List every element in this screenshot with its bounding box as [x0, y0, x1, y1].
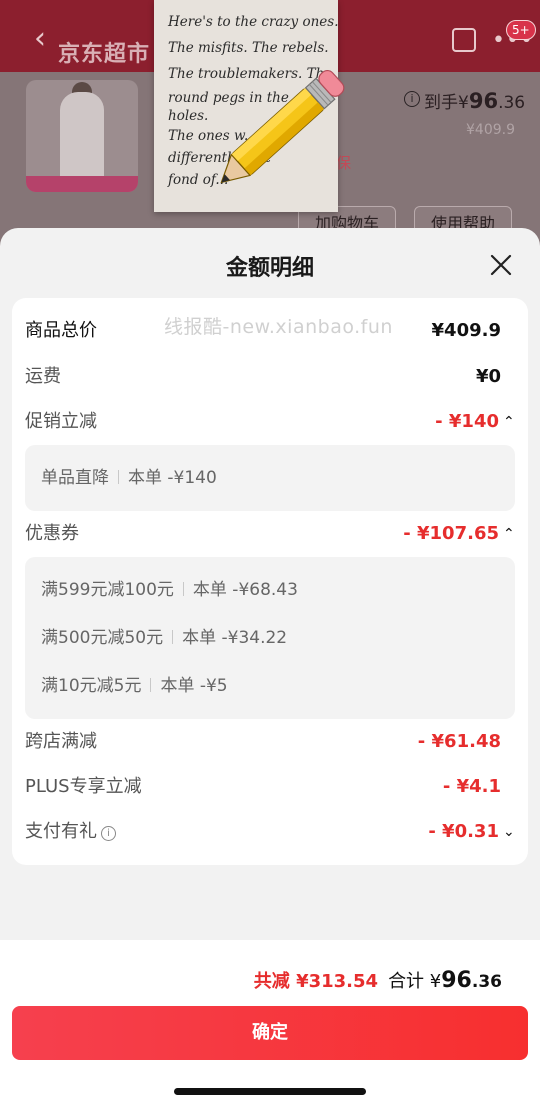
total-line: 共减 ¥313.54 合计 ¥96.36	[254, 966, 502, 997]
product-thumbnail[interactable]	[26, 80, 138, 192]
row-value: - ¥4.1	[442, 776, 501, 797]
arrive-price: 到手¥96.36	[424, 88, 525, 113]
row-value: - ¥61.48	[417, 731, 501, 752]
coupon-name: 满599元减100元	[41, 580, 174, 600]
pencil-icon	[220, 69, 345, 184]
coupon-detail-line: 满599元减100元 本单 -¥68.43	[41, 578, 298, 602]
note-line: The misfits. The rebels.	[168, 40, 329, 56]
chevron-down-icon[interactable]: ⌄	[503, 822, 517, 842]
home-indicator	[174, 1088, 366, 1095]
promo-detail-line: 单品直降 本单 -¥140	[41, 466, 217, 490]
row-label: 运费	[25, 366, 61, 387]
row-label: 跨店满减	[25, 731, 97, 752]
row-cross-store: 跨店满减 - ¥61.48	[25, 727, 515, 757]
message-badge: 5+	[506, 20, 536, 40]
sheet-title: 金额明细	[225, 256, 314, 281]
pay-gift-label: 支付有礼	[25, 821, 97, 842]
divider	[172, 630, 174, 644]
row-label: 支付有礼 i	[25, 817, 116, 847]
back-icon[interactable]: ‹	[34, 24, 46, 54]
row-plus: PLUS专享立减 - ¥4.1	[25, 772, 515, 802]
coupon-detail-line: 满500元减50元 本单 -¥34.22	[41, 626, 287, 650]
coupon-detail-box: 满599元减100元 本单 -¥68.43 满500元减50元 本单 -¥34.22…	[25, 557, 515, 719]
chevron-up-icon[interactable]: ⌃	[503, 412, 517, 432]
model-dress	[60, 92, 104, 184]
detail-card: 线报酷-new.xianbao.fun 商品总价 ¥409.9 运费 ¥0 促销…	[12, 298, 528, 865]
row-value: ¥0	[475, 366, 501, 387]
sum-int: 96	[441, 968, 472, 993]
coupon-amount: 本单 -¥68.43	[192, 580, 298, 600]
coupon-amount: 本单 -¥5	[160, 676, 228, 696]
promo-detail-box: 单品直降 本单 -¥140	[25, 445, 515, 511]
coupon-detail-line: 满10元减5元 本单 -¥5	[41, 674, 228, 698]
row-label: PLUS专享立减	[25, 776, 142, 797]
total-reduce: 共减 ¥313.54	[253, 971, 379, 992]
row-value: - ¥0.31	[428, 821, 499, 842]
info-icon[interactable]: i	[101, 826, 116, 841]
thumbnail-banner	[26, 176, 138, 192]
row-value: - ¥140	[435, 411, 499, 432]
promo-name: 单品直降	[41, 468, 109, 488]
divider	[150, 678, 152, 692]
coupon-name: 满500元减50元	[41, 628, 164, 648]
page-title: 京东超市	[58, 42, 151, 67]
arrive-dec: .36	[498, 93, 526, 113]
arrive-label: 到手¥	[424, 93, 469, 113]
row-value: - ¥107.65	[403, 523, 499, 544]
coupon-name: 满10元减5元	[41, 676, 142, 696]
row-promo[interactable]: 促销立减 - ¥140 ⌃	[25, 407, 515, 437]
divider	[118, 470, 119, 484]
sheet-footer: 共减 ¥313.54 合计 ¥96.36 确定	[0, 940, 540, 1107]
row-pay-gift[interactable]: 支付有礼 i - ¥0.31 ⌄	[25, 817, 515, 847]
original-price: ¥409.9	[466, 122, 515, 138]
share-icon[interactable]	[452, 28, 476, 52]
row-shipping: 运费 ¥0	[25, 362, 515, 392]
row-coupon[interactable]: 优惠券 - ¥107.65 ⌃	[25, 519, 515, 549]
row-label: 促销立减	[25, 411, 97, 432]
info-icon[interactable]: i	[404, 91, 420, 107]
note-line: Here's to the crazy ones.	[168, 14, 338, 30]
sum-label: 合计 ¥	[388, 971, 442, 992]
amount-detail-sheet: 金额明细 线报酷-new.xianbao.fun 商品总价 ¥409.9 运费 …	[0, 228, 540, 1107]
sum-dec: .36	[471, 972, 502, 992]
row-label: 优惠券	[25, 523, 79, 544]
close-icon[interactable]	[488, 252, 514, 278]
chevron-up-icon[interactable]: ⌃	[503, 524, 517, 544]
row-value: ¥409.9	[431, 320, 501, 341]
coupon-amount: 本单 -¥34.22	[182, 628, 288, 648]
row-goods-total: 商品总价 ¥409.9	[25, 316, 515, 346]
confirm-button[interactable]: 确定	[12, 1006, 528, 1060]
divider	[182, 582, 184, 596]
promo-amount: 本单 -¥140	[128, 468, 217, 488]
row-label: 商品总价	[25, 320, 97, 341]
arrive-int: 96	[468, 89, 499, 113]
